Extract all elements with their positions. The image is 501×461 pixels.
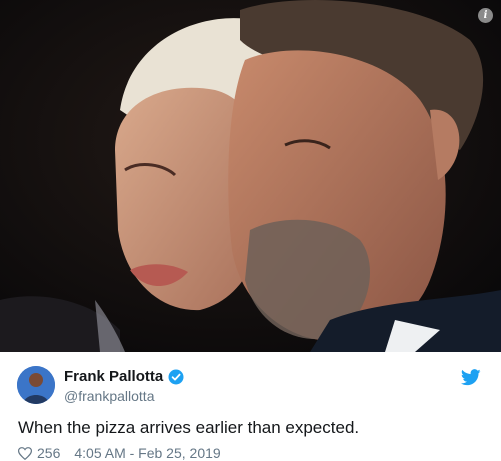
tweet-text: When the pizza arrives earlier than expe… <box>18 418 360 437</box>
like-count[interactable]: 256 <box>37 445 60 461</box>
author-handle[interactable]: @frankpallotta <box>64 388 154 404</box>
author-row: Frank Pallotta <box>64 368 184 385</box>
avatar[interactable] <box>17 366 55 404</box>
tweet-card: Frank Pallotta @frankpallotta When the p… <box>0 352 501 461</box>
tweet-timestamp[interactable]: 4:05 AM - Feb 25, 2019 <box>74 445 220 461</box>
author-name[interactable]: Frank Pallotta <box>64 368 163 385</box>
heart-icon[interactable] <box>18 446 32 460</box>
verified-badge-icon <box>168 369 184 384</box>
info-icon[interactable]: i <box>478 8 493 23</box>
twitter-bird-icon[interactable] <box>461 369 481 386</box>
photo-illustration <box>0 0 501 352</box>
tweet-meta: 256 4:05 AM - Feb 25, 2019 <box>18 445 221 461</box>
avatar-image <box>17 366 55 404</box>
tweet-photo[interactable]: i <box>0 0 501 352</box>
